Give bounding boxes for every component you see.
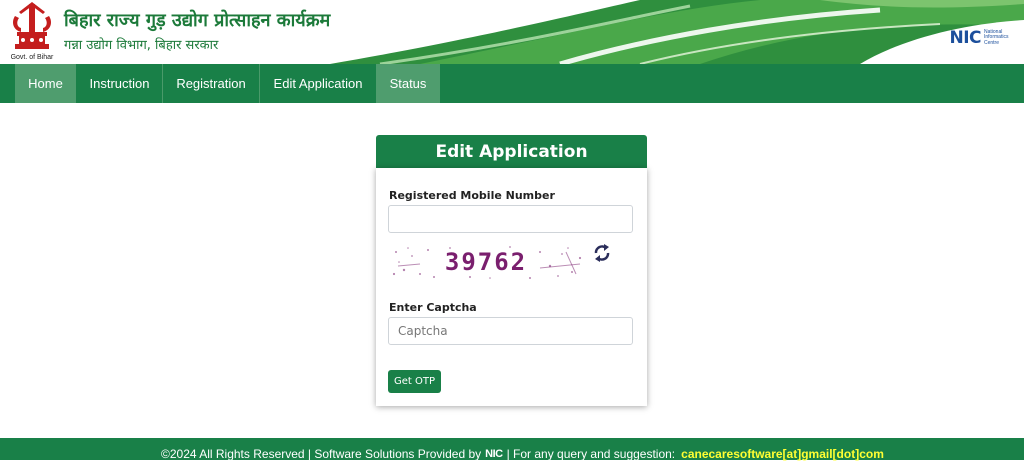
form-card-title: Edit Application (376, 135, 647, 168)
footer-contact-email[interactable]: canecaresoftware[at]gmail[dot]com (681, 447, 884, 461)
site-footer: ©2024 All Rights Reserved | Software Sol… (0, 438, 1024, 461)
footer-nic-logo: NIC (485, 448, 503, 460)
nav-item-status[interactable]: Status (376, 64, 440, 103)
nic-logo-text: NIC (949, 28, 981, 48)
header-title-block: बिहार राज्य गुड़ उद्योग प्रोत्साहन कार्य… (64, 8, 330, 53)
svg-text:39762: 39762 (445, 248, 527, 276)
site-header: Govt. of Bihar बिहार राज्य गुड़ उद्योग प… (0, 0, 1024, 64)
nic-logo: NIC National Informatics Centre (949, 27, 1014, 49)
nic-logo-fullname: National Informatics Centre (984, 28, 1009, 46)
refresh-captcha-icon[interactable] (591, 242, 613, 264)
nav-item-edit-application[interactable]: Edit Application (260, 64, 376, 103)
get-otp-button[interactable]: Get OTP (388, 370, 441, 393)
nav-item-home[interactable]: Home (15, 64, 76, 103)
mobile-number-input[interactable] (388, 205, 633, 233)
captcha-input[interactable] (388, 317, 633, 345)
site-title: बिहार राज्य गुड़ उद्योग प्रोत्साहन कार्य… (64, 10, 331, 31)
edit-application-form: Registered Mobile Number 39762 Enter Cap… (376, 168, 647, 406)
main-navigation: Home Instruction Registration Edit Appli… (0, 64, 1024, 103)
captcha-image: 39762 (392, 246, 582, 279)
nav-item-instruction[interactable]: Instruction (77, 64, 162, 103)
mobile-number-label: Registered Mobile Number (389, 189, 555, 202)
bihar-emblem-logo: Govt. of Bihar (11, 2, 54, 61)
captcha-label: Enter Captcha (389, 301, 477, 314)
svg-text:Govt. of Bihar: Govt. of Bihar (11, 54, 54, 61)
site-subtitle: गन्ना उद्योग विभाग, बिहार सरकार (64, 38, 219, 53)
footer-copyright: ©2024 All Rights Reserved | Software Sol… (161, 447, 482, 461)
footer-query-text: | For any query and suggestion: (506, 447, 676, 461)
nav-item-registration[interactable]: Registration (163, 64, 259, 103)
